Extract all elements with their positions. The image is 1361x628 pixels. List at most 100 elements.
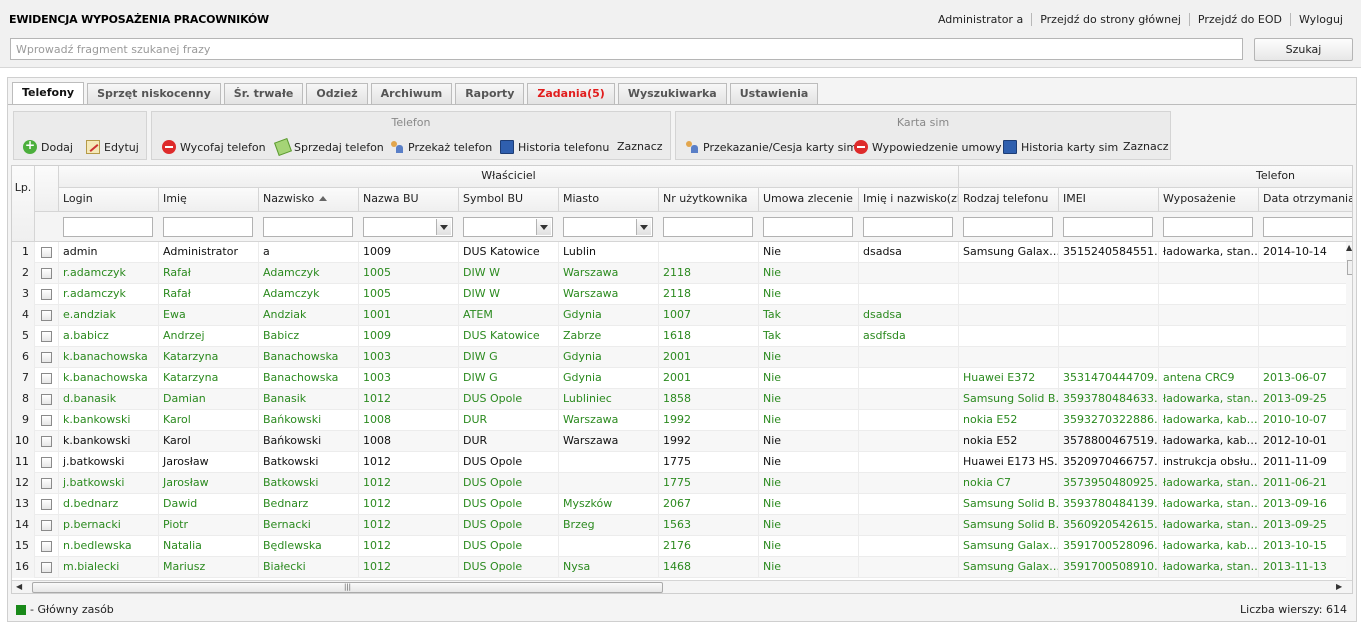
row-checkbox[interactable] xyxy=(41,310,52,321)
table-row[interactable]: 7 k.banachowska Katarzyna Banachowska 1003 DI… xyxy=(12,368,1346,389)
table-row[interactable]: 2 r.adamczyk Rafał Adamczyk 1005 DIW W Warszaw… xyxy=(12,263,1346,284)
sim-history-button[interactable]: Historia karty sim xyxy=(1003,140,1118,154)
row-checkbox[interactable] xyxy=(41,478,52,489)
row-checkbox[interactable] xyxy=(41,247,52,258)
table-row[interactable]: 9 k.bankowski Karol Bańkowski 1008 DUR Warszaw… xyxy=(12,410,1346,431)
tab-0[interactable]: Telefony xyxy=(12,82,85,105)
table-row[interactable]: 1 admin Administrator a 1009 DUS Katowice Lubl… xyxy=(12,242,1346,263)
cell-city: Brzeg xyxy=(559,515,659,536)
edit-button[interactable]: Edytuj xyxy=(86,140,139,154)
terminate-contract-button[interactable]: Wypowiedzenie umowy xyxy=(854,140,1001,154)
scroll-right-arrow-icon[interactable]: ▶ xyxy=(1336,582,1342,591)
tab-8[interactable]: Ustawienia xyxy=(729,83,819,104)
logout-link[interactable]: Wyloguj xyxy=(1290,13,1351,26)
tab-6[interactable]: Zadania(5) xyxy=(527,83,615,104)
table-row[interactable]: 12 j.batkowski Jarosław Batkowski 1012 DUS Op… xyxy=(12,473,1346,494)
row-checkbox[interactable] xyxy=(41,562,52,573)
filter-contract-person-input[interactable] xyxy=(863,217,953,237)
user-name-link[interactable]: Administrator a xyxy=(930,13,1031,26)
column-header-phone-type[interactable]: Rodzaj telefonu xyxy=(959,188,1059,212)
toolbar-sim-title: Karta sim xyxy=(896,116,950,129)
row-checkbox[interactable] xyxy=(41,373,52,384)
table-row[interactable]: 13 d.bednarz Dawid Bednarz 1012 DUS Opole Mysz… xyxy=(12,494,1346,515)
column-header-last-name[interactable]: Nazwisko xyxy=(259,188,359,212)
table-row[interactable]: 8 d.banasik Damian Banasik 1012 DUS Opole Lubl… xyxy=(12,389,1346,410)
cell-bu-symbol: DUS Opole xyxy=(459,473,559,494)
row-checkbox[interactable] xyxy=(41,520,52,531)
vertical-scrollbar[interactable]: ▲ xyxy=(1346,242,1352,580)
filter-contract-input[interactable] xyxy=(763,217,853,237)
column-header-contract[interactable]: Umowa zlecenie xyxy=(759,188,859,212)
cell-phone-type: Samsung Solid B… xyxy=(959,494,1059,515)
column-header-bu-name[interactable]: Nazwa BU xyxy=(359,188,459,212)
column-header-first-name[interactable]: Imię xyxy=(159,188,259,212)
row-checkbox[interactable] xyxy=(41,352,52,363)
filter-bu-symbol-select[interactable] xyxy=(463,217,553,237)
phone-history-button[interactable]: Historia telefonu xyxy=(500,140,609,154)
cell-city: Myszków xyxy=(559,494,659,515)
tab-7[interactable]: Wyszukiwarka xyxy=(617,83,727,104)
column-header-login[interactable]: Login xyxy=(59,188,159,212)
table-row[interactable]: 6 k.banachowska Katarzyna Banachowska 1003 DI… xyxy=(12,347,1346,368)
cell-phone-type: Samsung Galax… xyxy=(959,557,1059,578)
tab-2[interactable]: Śr. trwałe xyxy=(223,83,304,104)
filter-city-select[interactable] xyxy=(563,217,653,237)
filter-imei-input[interactable] xyxy=(1063,217,1153,237)
row-checkbox[interactable] xyxy=(41,541,52,552)
scroll-left-arrow-icon[interactable]: ◀ xyxy=(16,582,22,591)
filter-equipment-input[interactable] xyxy=(1163,217,1253,237)
row-checkbox[interactable] xyxy=(41,289,52,300)
table-row[interactable]: 16 m.bialecki Mariusz Białecki 1012 DUS Opole… xyxy=(12,557,1346,578)
row-checkbox[interactable] xyxy=(41,436,52,447)
row-checkbox[interactable] xyxy=(41,331,52,342)
filter-bu-name-select[interactable] xyxy=(363,217,453,237)
table-row[interactable]: 15 n.bedlewska Natalia Będlewska 1012 DUS Opo… xyxy=(12,536,1346,557)
column-header-user-number[interactable]: Nr użytkownika xyxy=(659,188,759,212)
filter-first-name-input[interactable] xyxy=(163,217,253,237)
vertical-scroll-thumb[interactable] xyxy=(1347,260,1352,275)
row-checkbox[interactable] xyxy=(41,457,52,468)
home-link[interactable]: Przejdź do strony głównej xyxy=(1031,13,1189,26)
sell-phone-button[interactable]: Sprzedaj telefon xyxy=(274,138,384,156)
sim-mark-button[interactable]: Zaznacz xyxy=(1123,140,1169,153)
filter-last-name-input[interactable] xyxy=(263,217,353,237)
tab-3[interactable]: Odzież xyxy=(306,83,368,104)
tab-4[interactable]: Archiwum xyxy=(370,83,453,104)
column-header-bu-symbol[interactable]: Symbol BU xyxy=(459,188,559,212)
horizontal-scroll-thumb[interactable]: ||| xyxy=(32,582,663,593)
column-header-received-date[interactable]: Data otrzymania xyxy=(1259,188,1352,212)
search-button[interactable]: Szukaj xyxy=(1254,38,1353,61)
eod-link[interactable]: Przejdź do EOD xyxy=(1188,13,1290,26)
phone-mark-button[interactable]: Zaznacz xyxy=(617,140,663,153)
withdraw-phone-button[interactable]: Wycofaj telefon xyxy=(162,140,266,154)
scroll-up-arrow-icon[interactable]: ▲ xyxy=(1346,243,1352,252)
filter-received-date-input[interactable] xyxy=(1263,217,1352,237)
table-row[interactable]: 5 a.babicz Andrzej Babicz 1009 DUS Katowice Za… xyxy=(12,326,1346,347)
table-row[interactable]: 14 p.bernacki Piotr Bernacki 1012 DUS Opole Br… xyxy=(12,515,1346,536)
search-input[interactable] xyxy=(10,38,1243,60)
column-header-imei[interactable]: IMEI xyxy=(1059,188,1159,212)
column-header-city[interactable]: Miasto xyxy=(559,188,659,212)
lp-header: Lp. xyxy=(12,166,35,242)
row-checkbox[interactable] xyxy=(41,415,52,426)
cell-last-name: Adamczyk xyxy=(259,263,359,284)
add-button[interactable]: Dodaj xyxy=(23,138,73,154)
tab-1[interactable]: Sprzęt niskocenny xyxy=(87,83,221,104)
transfer-phone-button[interactable]: Przekaż telefon xyxy=(390,140,492,154)
row-checkbox[interactable] xyxy=(41,268,52,279)
filter-user-number-input[interactable] xyxy=(663,217,753,237)
history-book-icon xyxy=(1003,140,1017,154)
row-checkbox[interactable] xyxy=(41,499,52,510)
filter-login-input[interactable] xyxy=(63,217,153,237)
filter-phone-type-input[interactable] xyxy=(963,217,1053,237)
table-row[interactable]: 11 j.batkowski Jarosław Batkowski 1012 DUS Op… xyxy=(12,452,1346,473)
row-checkbox[interactable] xyxy=(41,394,52,405)
sim-transfer-button[interactable]: Przekazanie/Cesja karty sim xyxy=(685,140,857,154)
column-header-contract-person[interactable]: Imię i nazwisko(zlec xyxy=(859,188,959,212)
horizontal-scrollbar[interactable]: ◀ ||| ▶ xyxy=(12,580,1352,593)
table-row[interactable]: 4 e.andziak Ewa Andziak 1001 ATEM Gdynia 1007 Ta… xyxy=(12,305,1346,326)
column-header-equipment[interactable]: Wyposażenie xyxy=(1159,188,1259,212)
table-row[interactable]: 10 k.bankowski Karol Bańkowski 1008 DUR Warsza… xyxy=(12,431,1346,452)
tab-5[interactable]: Raporty xyxy=(455,83,525,104)
table-row[interactable]: 3 r.adamczyk Rafał Adamczyk 1005 DIW W Warszaw… xyxy=(12,284,1346,305)
